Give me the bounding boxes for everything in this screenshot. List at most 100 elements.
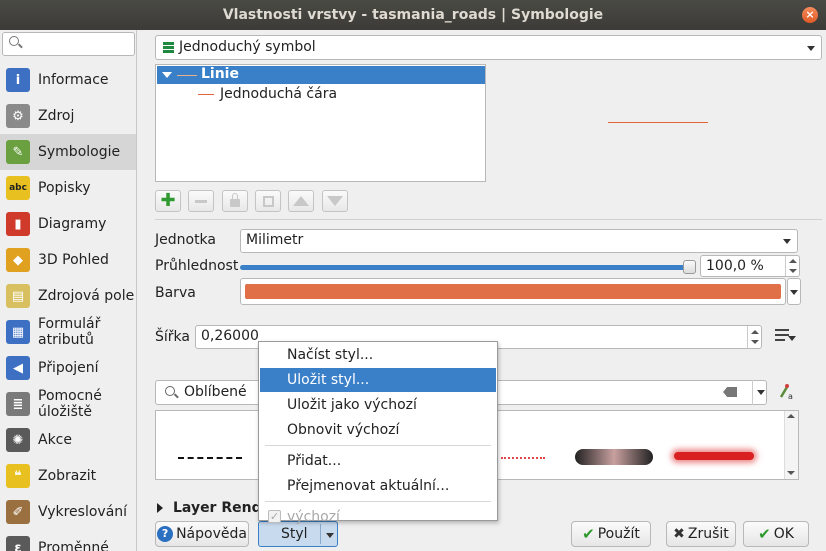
diagram-icon: ▮ [6, 212, 30, 236]
apply-button-label: Použít [597, 526, 640, 542]
library-filter-dropdown[interactable] [752, 380, 768, 405]
symbol-list-scrollbar[interactable] [784, 411, 798, 479]
sidebar-item-diagram[interactable]: ▮ Diagramy [0, 206, 136, 242]
menu-item[interactable]: Uložit styl... [260, 368, 496, 392]
menu-separator [265, 501, 491, 502]
lock-icon [230, 193, 240, 207]
opacity-label: Průhlednost [155, 258, 239, 274]
sidebar: i Informace ⚙ Zdroj ✎ Symbologie abc Popisky ▮ Di… [0, 30, 137, 551]
sidebar-item-brush[interactable]: ✐ Vykreslování [0, 494, 136, 530]
library-search-value: Oblíbené [184, 384, 247, 400]
renderer-select-value: Jednoduchý symbol [179, 39, 316, 55]
sidebar-item-form[interactable]: ▦ Formulář atributů [0, 314, 136, 350]
sidebar-item-label: Symbologie [38, 144, 121, 160]
chevron-down-icon [757, 390, 765, 395]
move-down-button[interactable] [322, 190, 348, 212]
opacity-spinbox[interactable]: 100,0 % [700, 255, 800, 277]
menu-item[interactable]: Obnovit výchozí [260, 418, 496, 442]
sidebar-item-label: Informace [38, 72, 109, 88]
spin-up-icon[interactable] [789, 259, 797, 263]
variables-icon: ε [6, 536, 30, 551]
sidebar-item-fields[interactable]: ▤ Zdrojová pole [0, 278, 136, 314]
color-menu-button[interactable] [787, 278, 801, 305]
spin-down-icon[interactable] [751, 340, 759, 344]
sidebar-item-paintbrush[interactable]: ✎ Symbologie [0, 134, 136, 170]
ok-button[interactable]: ✔ OK [743, 521, 809, 547]
layer-rendering-section[interactable]: Layer Rend [157, 500, 262, 516]
sidebar-item-speech-bubble[interactable]: ❝ Zobrazit [0, 458, 136, 494]
sidebar-item-gear[interactable]: ✺ Akce [0, 422, 136, 458]
cancel-button[interactable]: ✖ Zrušit [666, 521, 736, 547]
spin-down-icon[interactable] [789, 269, 797, 273]
spin-up-icon[interactable] [751, 330, 759, 334]
opacity-slider-handle[interactable] [683, 260, 696, 274]
simple-line-icon [198, 93, 214, 95]
window-title: Vlastnosti vrstvy - tasmania_roads | Sym… [222, 7, 604, 23]
width-value: 0,26000 [201, 328, 259, 344]
sidebar-item-variables[interactable]: ε Proměnné [0, 530, 136, 551]
lock-layer-button[interactable] [222, 190, 248, 212]
scroll-up-icon[interactable] [787, 414, 795, 418]
close-icon[interactable]: × [802, 7, 818, 23]
check-icon: ✔ [582, 525, 595, 543]
apply-button[interactable]: ✔ Použít [571, 521, 651, 547]
cube-icon: ◆ [6, 248, 30, 272]
symbol-dotted-red[interactable] [501, 457, 545, 459]
unit-select[interactable]: Milimetr [240, 229, 798, 253]
color-picker-button[interactable] [240, 278, 786, 305]
symbol-dashed-black[interactable] [178, 457, 242, 459]
sidebar-item-label: Diagramy [38, 216, 107, 232]
move-up-button[interactable] [288, 190, 314, 212]
duplicate-layer-button[interactable] [255, 190, 281, 212]
collapse-triangle-icon[interactable] [162, 72, 172, 78]
sidebar-item-storage[interactable]: ≣ Pomocné úložiště [0, 386, 136, 422]
help-icon: ? [157, 526, 174, 542]
menu-item[interactable]: Přidat... [260, 449, 496, 473]
tree-item-simple-line[interactable]: Jednoduchá čára [198, 86, 337, 102]
sidebar-item-label: Připojení [38, 360, 99, 376]
ok-button-label: OK [773, 526, 794, 542]
opacity-slider[interactable] [240, 265, 692, 270]
arrow-down-icon [327, 196, 343, 206]
sidebar-item-cube[interactable]: ◆ 3D Pohled [0, 242, 136, 278]
clear-icon[interactable] [723, 387, 737, 397]
speech-bubble-icon: ❝ [6, 464, 30, 488]
spin-buttons[interactable] [785, 256, 799, 276]
menu-item: ✓ výchozí [260, 505, 496, 529]
spin-buttons[interactable] [747, 326, 761, 348]
line-symbol-icon [177, 75, 197, 76]
sidebar-item-abc-label[interactable]: abc Popisky [0, 170, 136, 206]
sidebar-item-info[interactable]: i Informace [0, 62, 136, 98]
chevron-down-icon [807, 46, 815, 51]
symbol-pill[interactable] [575, 449, 653, 465]
chevron-down-icon [790, 290, 798, 295]
paintbrush-icon: ✎ [6, 140, 30, 164]
sidebar-item-wrench[interactable]: ⚙ Zdroj [0, 98, 136, 134]
svg-text:a: a [788, 392, 793, 401]
symbol-red-glow[interactable] [674, 452, 754, 460]
symbol-layer-tree: Linie Jednoduchá čára [155, 64, 486, 182]
menu-item-label: výchozí [287, 509, 340, 525]
menu-item[interactable]: Uložit jako výchozí [260, 393, 496, 417]
add-symbol-layer-button[interactable]: ✚ [155, 190, 181, 212]
divider [155, 219, 822, 220]
help-button[interactable]: ? Nápověda [155, 521, 249, 547]
sidebar-item-label: Proměnné [38, 540, 109, 551]
sidebar-search-input[interactable] [2, 32, 135, 56]
style-manager-icon[interactable]: a [779, 383, 795, 401]
sidebar-item-join[interactable]: ◀ Připojení [0, 350, 136, 386]
menu-item-label: Uložit styl... [287, 372, 370, 388]
menu-item[interactable]: Načíst styl... [260, 343, 496, 367]
remove-symbol-layer-button[interactable] [188, 190, 214, 212]
scroll-down-icon[interactable] [787, 471, 795, 475]
menu-item[interactable]: Přejmenovat aktuální... [260, 474, 496, 498]
tree-item-line-symbol[interactable]: Linie [157, 66, 485, 84]
data-defined-override-icon[interactable] [773, 326, 797, 346]
renderer-select[interactable]: Jednoduchý symbol [155, 35, 822, 60]
expand-triangle-icon[interactable] [157, 503, 163, 513]
sidebar-item-label: Zdroj [38, 108, 75, 124]
sidebar-item-label: Formulář atributů [38, 316, 101, 348]
storage-icon: ≣ [6, 392, 30, 416]
width-label: Šířka [155, 329, 190, 345]
search-icon [9, 36, 19, 46]
